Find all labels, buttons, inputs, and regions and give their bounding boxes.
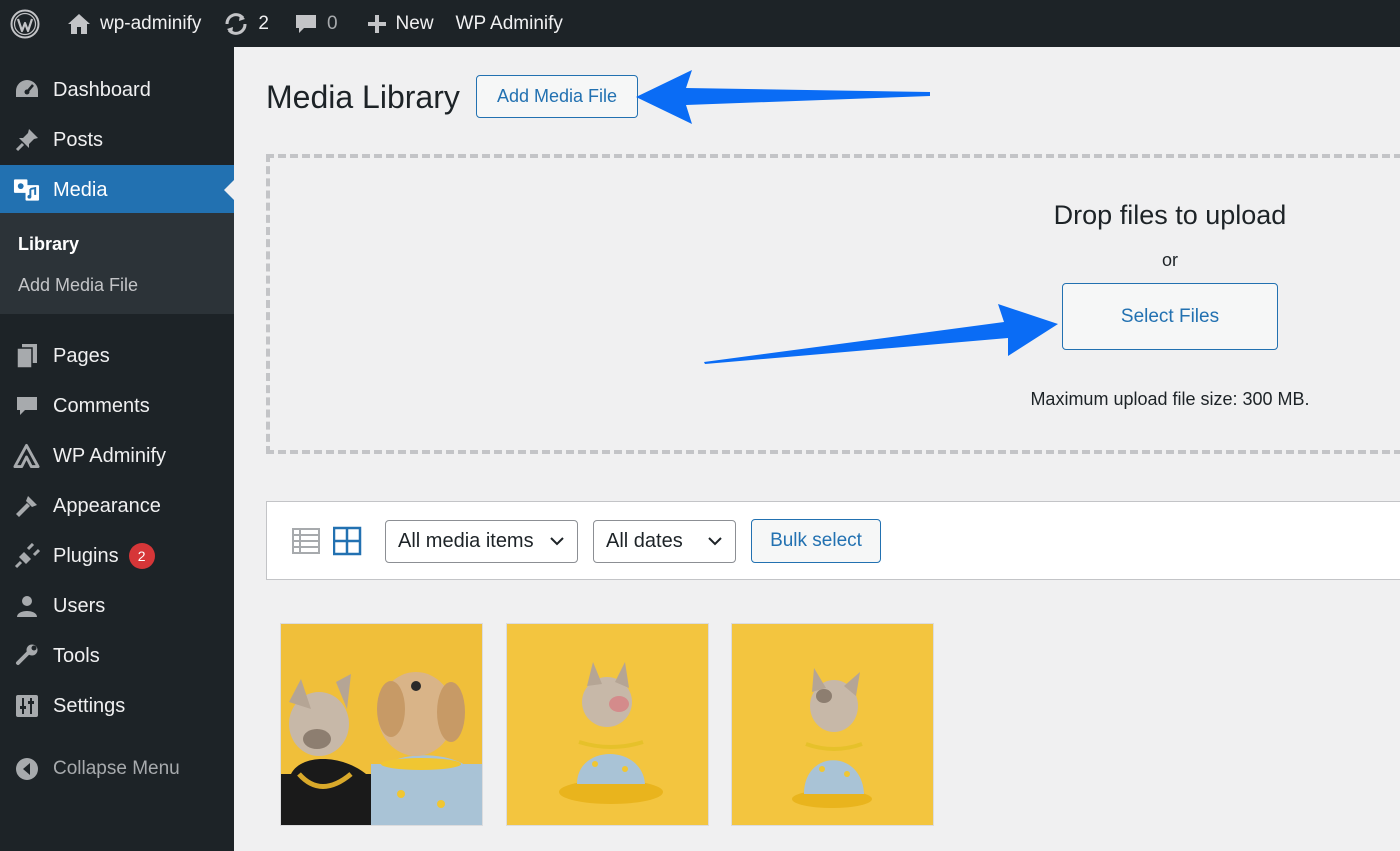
select-files-button[interactable]: Select Files xyxy=(1062,283,1278,350)
media-thumbnail[interactable] xyxy=(731,623,934,826)
media-submenu: Library Add Media File xyxy=(0,213,234,314)
adminify-icon xyxy=(13,443,40,470)
bulk-select-button[interactable]: Bulk select xyxy=(751,519,881,563)
pages-icon xyxy=(13,343,40,370)
admin-sidebar: Dashboard Posts Media Library Add Media … xyxy=(0,47,234,851)
plus-icon xyxy=(367,14,386,33)
adminify-link[interactable]: WP Adminify xyxy=(445,0,574,47)
menu-label: Users xyxy=(53,594,106,617)
menu-item-pages[interactable]: Pages xyxy=(0,331,234,381)
max-upload-size: Maximum upload file size: 300 MB. xyxy=(1030,389,1310,409)
pin-icon xyxy=(13,127,40,154)
menu-label: Settings xyxy=(53,694,126,717)
menu-item-posts[interactable]: Posts xyxy=(0,115,234,165)
dog-photo-image xyxy=(732,624,933,825)
site-name-link[interactable]: wp-adminify xyxy=(51,0,212,47)
menu-label: Comments xyxy=(53,394,150,417)
dashboard-icon xyxy=(13,77,40,104)
page-title: Media Library xyxy=(266,79,460,115)
menu-label: Dashboard xyxy=(53,78,151,101)
media-type-filter[interactable]: All media items xyxy=(385,520,578,563)
admin-bar: wp-adminify 2 0 New WP Adminify xyxy=(0,0,1400,47)
plugins-update-badge: 2 xyxy=(128,543,155,569)
menu-item-settings[interactable]: Settings xyxy=(0,681,234,731)
wrench-icon xyxy=(13,643,40,670)
adminify-label: WP Adminify xyxy=(455,12,563,34)
wordpress-logo[interactable] xyxy=(0,0,51,47)
menu-item-users[interactable]: Users xyxy=(0,581,234,631)
updates-link[interactable]: 2 xyxy=(212,0,280,47)
brush-icon xyxy=(13,493,40,520)
collapse-icon xyxy=(13,756,40,783)
comments-link[interactable]: 0 xyxy=(280,0,349,47)
submenu-add-media-file[interactable]: Add Media File xyxy=(18,275,138,296)
menu-label: Plugins xyxy=(53,544,119,567)
menu-label: WP Adminify xyxy=(53,444,166,467)
new-content-link[interactable]: New xyxy=(349,0,445,47)
wordpress-icon xyxy=(10,9,40,38)
list-view-icon[interactable] xyxy=(292,526,322,556)
menu-item-appearance[interactable]: Appearance xyxy=(0,481,234,531)
media-thumbnail[interactable] xyxy=(506,623,709,826)
grid-view-icon[interactable] xyxy=(333,526,363,556)
collapse-menu-button[interactable]: Collapse Menu xyxy=(0,744,234,794)
chevron-down-icon xyxy=(708,537,722,546)
dogs-photo-image xyxy=(281,624,482,825)
submenu-library[interactable]: Library xyxy=(18,234,79,255)
dog-photo-image xyxy=(507,624,708,825)
menu-label: Media xyxy=(53,178,108,201)
drop-files-title: Drop files to upload xyxy=(1053,200,1287,230)
updates-count: 2 xyxy=(258,12,269,34)
site-name: wp-adminify xyxy=(100,12,202,34)
drop-or-text: or xyxy=(1161,250,1179,270)
media-icon xyxy=(13,177,40,204)
annotation-arrow-select xyxy=(704,304,1058,364)
menu-item-comments[interactable]: Comments xyxy=(0,381,234,431)
menu-label: Posts xyxy=(53,128,104,151)
media-thumbnail[interactable] xyxy=(280,623,483,826)
settings-icon xyxy=(13,693,40,720)
annotation-arrow-add xyxy=(636,70,930,124)
collapse-menu-label: Collapse Menu xyxy=(53,758,180,779)
media-toolbar: All media items All dates Bulk select xyxy=(266,501,1400,580)
comments-count: 0 xyxy=(326,12,338,34)
home-icon xyxy=(68,13,90,34)
comment-icon xyxy=(295,14,316,33)
menu-item-dashboard[interactable]: Dashboard xyxy=(0,65,234,115)
menu-item-plugins[interactable]: Plugins 2 xyxy=(0,531,234,581)
comment-icon xyxy=(13,393,40,420)
chevron-down-icon xyxy=(550,537,564,546)
user-icon xyxy=(13,593,40,620)
menu-item-wp-adminify[interactable]: WP Adminify xyxy=(0,431,234,481)
plugin-icon xyxy=(13,543,40,570)
new-label: New xyxy=(395,12,434,34)
menu-item-tools[interactable]: Tools xyxy=(0,631,234,681)
menu-label: Tools xyxy=(53,644,100,667)
menu-item-media[interactable]: Media xyxy=(0,165,234,215)
add-media-file-button[interactable]: Add Media File xyxy=(476,75,638,118)
date-filter-value: All dates xyxy=(606,530,683,552)
media-type-value: All media items xyxy=(398,530,534,552)
date-filter[interactable]: All dates xyxy=(593,520,736,563)
menu-label: Pages xyxy=(53,344,110,367)
updates-icon xyxy=(225,12,247,35)
menu-label: Appearance xyxy=(53,494,161,517)
